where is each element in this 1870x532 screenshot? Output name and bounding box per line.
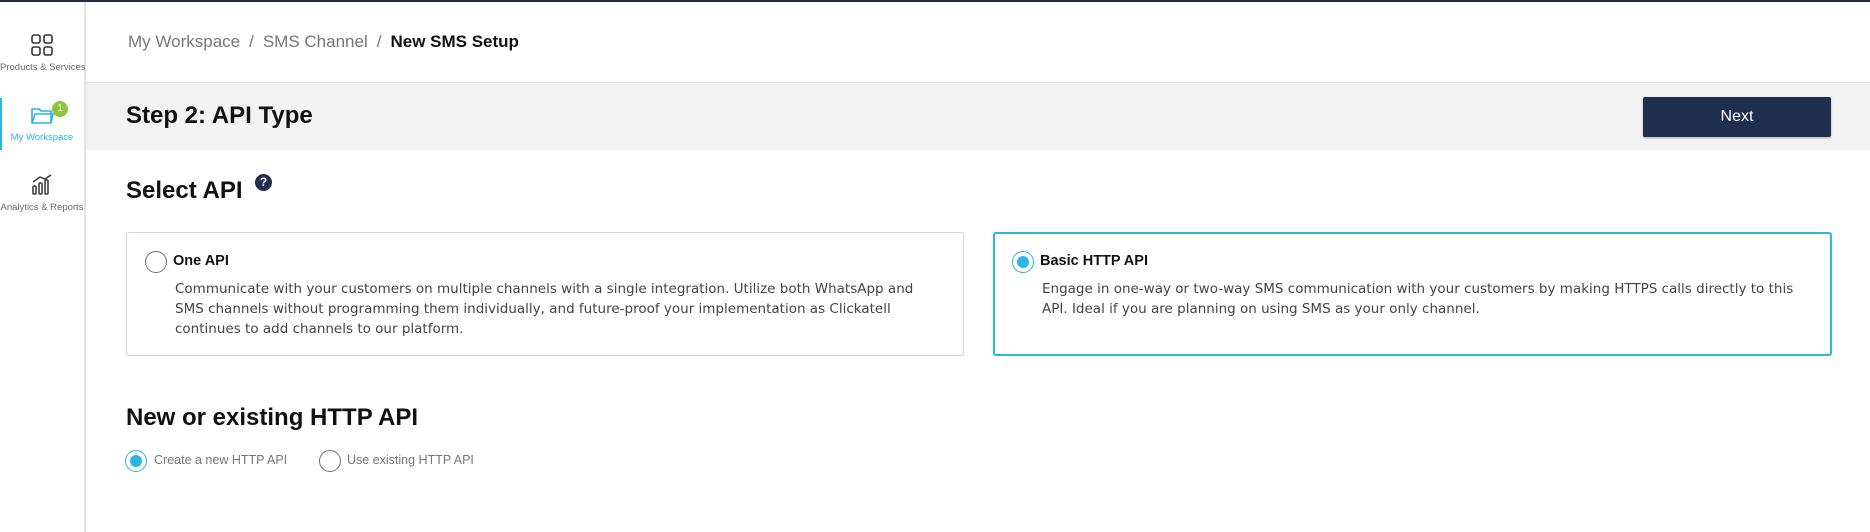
one-api-radio[interactable] [145,251,167,273]
sidebar: Products & Services 1 My Workspace Analy… [0,2,86,532]
breadcrumb-current: New SMS Setup [390,32,519,51]
option-title: One API [173,253,229,269]
api-option-one-api[interactable]: One API Communicate with your customers … [126,232,964,356]
breadcrumb-sms-channel[interactable]: SMS Channel [263,32,368,51]
basic-http-api-radio[interactable] [1012,251,1034,273]
sidebar-item-analytics-reports[interactable]: Analytics & Reports [0,174,84,213]
option-title: Basic HTTP API [1040,253,1148,269]
use-existing-http-api-radio[interactable] [319,450,341,472]
grid-icon [31,34,53,56]
sidebar-item-label: My Workspace [10,132,74,143]
step-title: Step 2: API Type [126,102,313,129]
option-description: Communicate with your customers on multi… [175,281,914,337]
breadcrumb-separator: / [376,32,382,51]
api-option-basic-http-api[interactable]: Basic HTTP API Engage in one-way or two-… [993,232,1832,356]
next-button[interactable]: Next [1643,97,1831,137]
select-api-heading: Select API [126,177,243,204]
step-header: Step 2: API Type Next [86,82,1870,150]
create-new-http-api-label[interactable]: Create a new HTTP API [154,453,287,467]
help-icon[interactable]: ? [255,174,272,191]
sidebar-item-my-workspace[interactable]: 1 My Workspace [0,98,84,150]
folder-icon [31,108,54,124]
bar-chart-icon [32,174,52,195]
breadcrumb: My Workspace / SMS Channel / New SMS Setup [128,32,519,52]
breadcrumb-separator: / [249,32,254,51]
sidebar-item-label: Analytics & Reports [0,202,84,213]
sidebar-item-products-services[interactable]: Products & Services [0,34,86,73]
create-new-http-api-radio[interactable] [125,450,147,472]
sidebar-item-label: Products & Services [0,62,86,73]
breadcrumb-my-workspace[interactable]: My Workspace [128,32,240,51]
notification-badge: 1 [52,101,68,117]
top-accent-line [0,0,1870,2]
use-existing-http-api-label[interactable]: Use existing HTTP API [347,453,474,467]
http-api-heading: New or existing HTTP API [126,404,419,431]
option-description: Engage in one-way or two-way SMS communi… [1042,281,1794,317]
